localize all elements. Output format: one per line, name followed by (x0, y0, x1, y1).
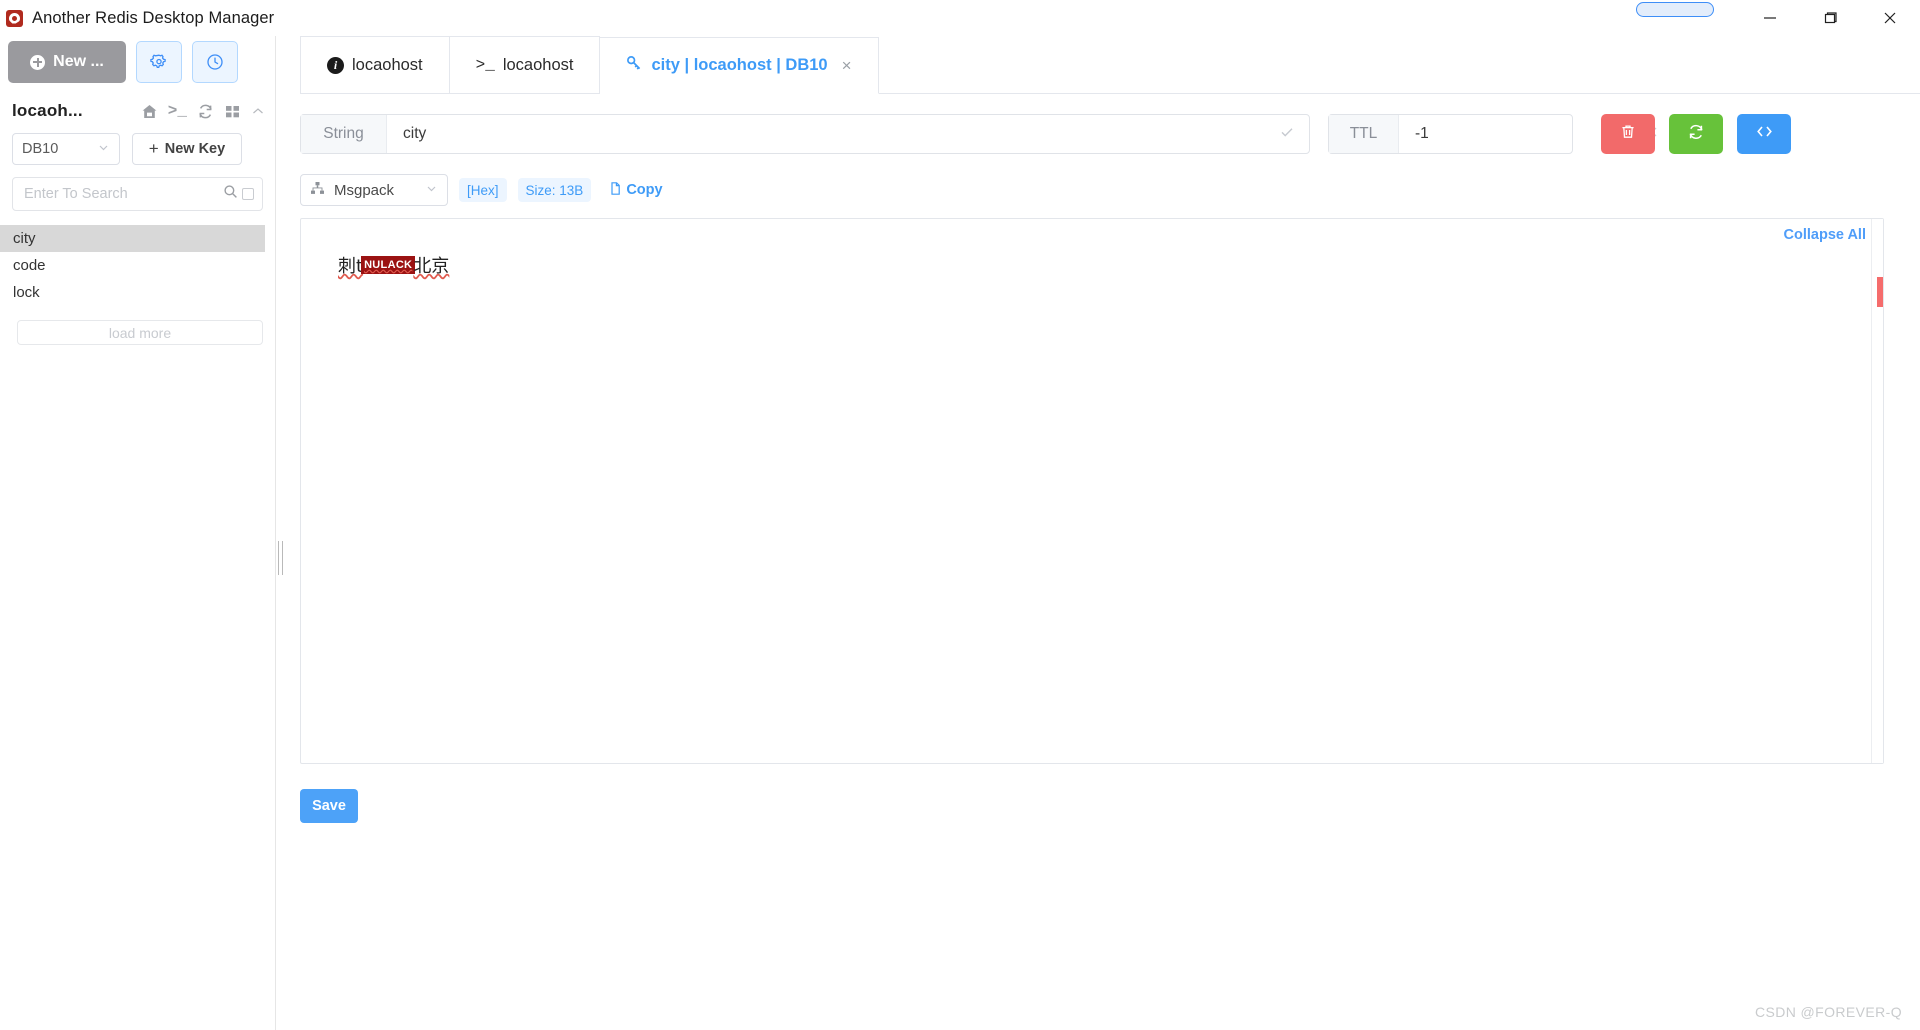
trash-icon (1619, 123, 1637, 146)
chevron-down-icon (97, 141, 110, 158)
sidebar-toolbar: New ... (0, 36, 275, 83)
copy-document-icon (608, 181, 623, 200)
ttl-field[interactable]: TTL (1328, 114, 1573, 154)
key-name-input[interactable] (387, 116, 1265, 152)
copy-button[interactable]: Copy (608, 181, 662, 200)
key-list: city code lock load more (0, 225, 275, 345)
load-more-button[interactable]: load more (17, 320, 263, 345)
save-label: Save (312, 798, 346, 814)
key-field-suffix (1265, 124, 1309, 145)
format-value: Msgpack (334, 182, 394, 199)
hierarchy-icon (310, 181, 325, 200)
select-all-checkbox[interactable] (242, 188, 254, 200)
tab-close-icon[interactable]: × (842, 56, 852, 76)
key-label: code (13, 257, 46, 274)
tab-label: locaohost (352, 56, 423, 75)
key-label: lock (13, 284, 40, 301)
db-select-value: DB10 (22, 141, 58, 157)
search-box[interactable] (12, 177, 263, 211)
close-icon[interactable] (1860, 0, 1920, 36)
new-connection-button[interactable]: New ... (8, 41, 126, 83)
terminal-icon[interactable]: >_ (168, 102, 187, 120)
connection-header: locaoh... >_ (0, 83, 275, 121)
splitter-grip[interactable] (277, 541, 283, 575)
search-wrapper (0, 165, 275, 211)
tab-key-city[interactable]: city | locaohost | DB10 × (600, 37, 878, 94)
settings-gear-icon[interactable] (136, 41, 182, 83)
tab-label: locaohost (503, 56, 574, 75)
app-title: Another Redis Desktop Manager (32, 9, 274, 28)
refresh-value-button[interactable] (1669, 114, 1723, 154)
db-select[interactable]: DB10 (12, 133, 120, 165)
value-segment-text: 刺t (338, 252, 363, 278)
nulack-watermark-badge: NULACK (361, 256, 415, 274)
key-action-buttons (1601, 114, 1791, 154)
format-select[interactable]: Msgpack (300, 174, 448, 206)
refresh-icon (1687, 123, 1705, 146)
value-content[interactable]: 刺tNULACK北京 (338, 252, 449, 278)
maximize-icon[interactable] (1800, 0, 1860, 36)
plus-circle-icon (30, 55, 45, 70)
minimize-icon[interactable] (1740, 0, 1800, 36)
check-icon[interactable] (1279, 124, 1295, 145)
copy-label: Copy (626, 182, 662, 198)
app-window: Another Redis Desktop Manager New ... (0, 0, 1920, 1030)
new-connection-label: New ... (53, 53, 104, 71)
terminal-icon: >_ (476, 56, 495, 74)
search-input[interactable] (24, 186, 219, 202)
key-icon (626, 55, 643, 77)
tab-terminal[interactable]: >_ locaohost (450, 36, 601, 93)
chevron-up-icon[interactable] (251, 104, 265, 118)
title-bar: Another Redis Desktop Manager (0, 0, 1920, 36)
home-icon[interactable] (141, 103, 158, 120)
ttl-input[interactable] (1399, 116, 1631, 152)
main-content: String TTL (300, 94, 1920, 1030)
panel-splitter[interactable] (276, 36, 284, 1030)
tab-label: city | locaohost | DB10 (651, 56, 827, 75)
value-segment-text: 北京 (413, 252, 449, 278)
list-item[interactable]: city (0, 225, 265, 252)
sidebar: New ... locaoh... >_ (0, 36, 276, 1030)
key-name-field[interactable]: String (300, 114, 1310, 154)
search-icon[interactable] (223, 184, 238, 204)
load-more-label: load more (109, 325, 171, 341)
grid-icon[interactable] (224, 103, 241, 120)
db-row: DB10 + New Key (0, 121, 275, 165)
delete-key-button[interactable] (1601, 114, 1655, 154)
value-editor[interactable]: Collapse All 刺tNULACK北京 (300, 218, 1884, 764)
connection-icon-row: >_ (141, 102, 265, 120)
code-brackets-icon (1755, 122, 1774, 146)
page-watermark: CSDN @FOREVER-Q (1755, 1004, 1902, 1020)
list-item[interactable]: code (0, 252, 265, 279)
key-label: city (13, 230, 36, 247)
refresh-icon[interactable] (197, 103, 214, 120)
plus-icon: + (149, 139, 159, 159)
connection-name: locaoh... (12, 101, 83, 121)
key-toolbar: String TTL (300, 94, 1920, 154)
key-type-label: String (301, 115, 387, 153)
hex-badge[interactable]: [Hex] (459, 178, 507, 202)
format-toolbar: Msgpack [Hex] Size: 13B Copy (300, 154, 1920, 206)
chevron-down-icon (425, 182, 438, 199)
tab-connection-info[interactable]: i locaohost (300, 36, 450, 93)
collapse-all-button[interactable]: Collapse All (1784, 227, 1866, 243)
new-key-label: New Key (165, 141, 225, 157)
save-button[interactable]: Save (300, 789, 358, 823)
info-circle-icon: i (327, 57, 344, 74)
error-marker (1877, 277, 1883, 307)
view-code-button[interactable] (1737, 114, 1791, 154)
window-controls (1740, 0, 1920, 36)
tab-bar: i locaohost >_ locaohost city | locaohos… (300, 36, 1920, 94)
list-item[interactable]: lock (0, 279, 265, 306)
redis-logo-icon (6, 10, 23, 27)
clock-history-icon[interactable] (192, 41, 238, 83)
window-pill[interactable] (1636, 2, 1714, 17)
size-badge: Size: 13B (518, 178, 592, 202)
ttl-label: TTL (1329, 115, 1399, 153)
new-key-button[interactable]: + New Key (132, 133, 242, 165)
